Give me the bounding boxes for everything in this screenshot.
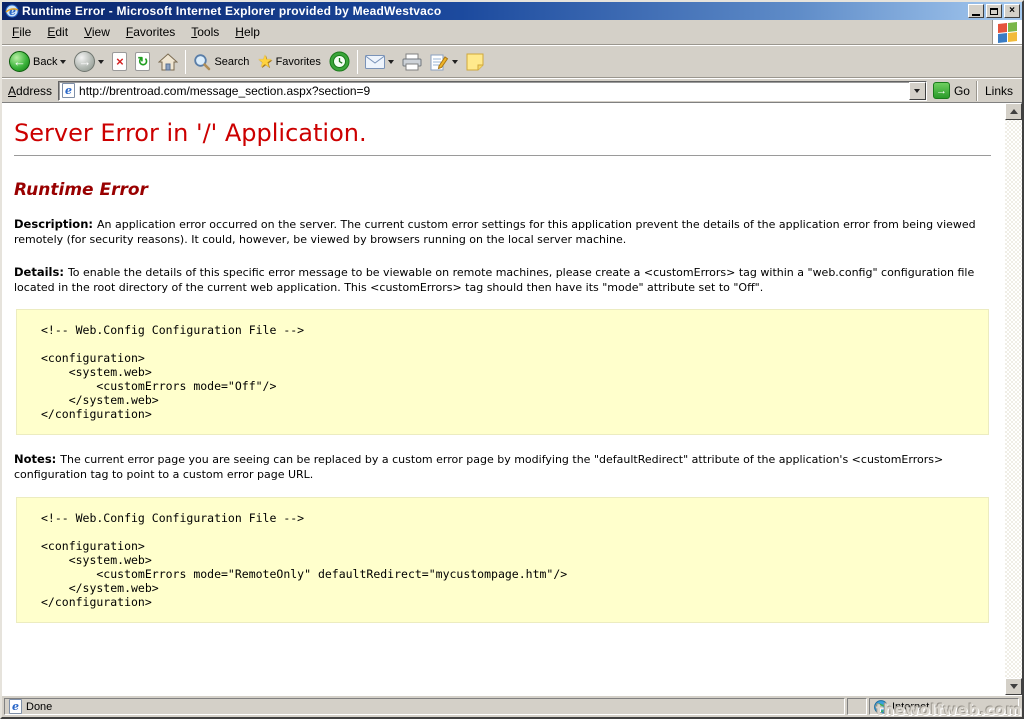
notes-button[interactable] (462, 51, 488, 73)
browser-viewport: Server Error in '/' Application. Runtime… (2, 102, 1022, 695)
restore-icon (990, 8, 998, 15)
address-input[interactable]: http://brentroad.com/message_section.asp… (58, 81, 927, 101)
notes-paragraph: Notes:The current error page you are see… (14, 452, 991, 483)
favorites-star-icon: ★ (257, 53, 272, 70)
ie-app-icon: e (5, 4, 19, 18)
history-button[interactable] (325, 49, 354, 74)
menu-edit[interactable]: Edit (39, 23, 76, 41)
home-icon (158, 53, 178, 71)
menu-tools[interactable]: Tools (183, 23, 227, 41)
back-dropdown-icon[interactable] (60, 60, 66, 64)
print-icon (402, 53, 422, 71)
mail-icon (365, 55, 385, 69)
window-title: Runtime Error - Microsoft Internet Explo… (22, 4, 966, 18)
page-title: Server Error in '/' Application. (14, 119, 991, 147)
arrow-up-icon (1010, 109, 1018, 114)
notes-label: Notes: (14, 452, 56, 466)
favorites-button[interactable]: ★ Favorites (253, 51, 325, 72)
refresh-button[interactable]: ↻ (131, 50, 154, 73)
code-block-custom-errors-off: <!-- Web.Config Configuration File --> <… (16, 309, 989, 435)
refresh-icon: ↻ (135, 52, 150, 71)
menu-help[interactable]: Help (227, 23, 268, 41)
status-bar: Done Internet (2, 695, 1022, 717)
search-label: Search (214, 56, 249, 68)
description-label: Description: (14, 217, 93, 231)
svg-text:e: e (9, 5, 16, 18)
watermark: thewolfweb.com (876, 701, 1022, 719)
sticky-note-icon (466, 53, 484, 71)
notes-text: The current error page you are seeing ca… (14, 453, 943, 481)
home-button[interactable] (154, 51, 182, 73)
print-button[interactable] (398, 51, 426, 73)
browser-window: e Runtime Error - Microsoft Internet Exp… (0, 0, 1024, 719)
back-button[interactable]: ← Back (5, 49, 70, 74)
address-label: Address (8, 84, 52, 98)
menu-bar: File Edit View Favorites Tools Help (2, 20, 1022, 45)
close-icon: × (1009, 6, 1015, 16)
links-bar[interactable]: Links (976, 81, 1019, 101)
minimize-icon (972, 14, 980, 16)
back-label: Back (33, 56, 57, 68)
scrollbar-track[interactable] (1005, 120, 1022, 678)
toolbar-separator (185, 50, 186, 74)
menu-view[interactable]: View (76, 23, 118, 41)
search-button[interactable]: Search (189, 51, 253, 73)
scroll-down-button[interactable] (1005, 678, 1022, 695)
back-icon: ← (9, 51, 30, 72)
page-favicon-icon (62, 83, 75, 98)
details-text: To enable the details of this specific e… (14, 266, 974, 294)
address-bar: Address http://brentroad.com/message_sec… (2, 78, 1022, 102)
arrow-down-icon (1010, 684, 1018, 689)
description-text: An application error occurred on the ser… (14, 218, 976, 246)
edit-dropdown-icon[interactable] (452, 60, 458, 64)
address-dropdown-button[interactable] (909, 82, 926, 100)
edit-button[interactable] (426, 51, 462, 73)
status-text: Done (26, 701, 52, 713)
windows-flag-icon (998, 22, 1017, 43)
forward-icon: → (74, 51, 95, 72)
scroll-up-button[interactable] (1005, 103, 1022, 120)
toolbar: ← Back → × ↻ Search ★ Favorites (2, 45, 1022, 78)
code-block-default-redirect: <!-- Web.Config Configuration File --> <… (16, 497, 989, 623)
title-bar[interactable]: e Runtime Error - Microsoft Internet Exp… (2, 2, 1022, 20)
title-divider (14, 155, 991, 156)
search-icon (193, 53, 211, 71)
address-url[interactable]: http://brentroad.com/message_section.asp… (75, 84, 909, 98)
description-paragraph: Description:An application error occurre… (14, 217, 991, 248)
stop-icon: × (112, 52, 127, 71)
history-icon (329, 51, 350, 72)
favorites-label: Favorites (276, 56, 321, 68)
details-label: Details: (14, 265, 64, 279)
go-button[interactable]: → Go (927, 81, 976, 100)
edit-icon (430, 53, 449, 71)
links-label: Links (985, 84, 1013, 98)
progress-panel (847, 698, 867, 715)
go-arrow-icon: → (933, 82, 950, 99)
forward-dropdown-icon[interactable] (98, 60, 104, 64)
chevron-down-icon (914, 89, 920, 93)
menu-file[interactable]: File (4, 23, 39, 41)
details-paragraph: Details:To enable the details of this sp… (14, 265, 991, 296)
stop-button[interactable]: × (108, 50, 131, 73)
status-panel: Done (4, 698, 845, 715)
menu-favorites[interactable]: Favorites (118, 23, 183, 41)
windows-logo-box (992, 20, 1022, 44)
error-subtitle: Runtime Error (14, 180, 991, 200)
mail-button[interactable] (361, 53, 398, 71)
document-status-icon (9, 699, 22, 714)
menu-items: File Edit View Favorites Tools Help (2, 20, 992, 44)
close-button[interactable]: × (1004, 4, 1020, 18)
toolbar-separator (357, 50, 358, 74)
minimize-button[interactable] (968, 4, 984, 18)
restore-button[interactable] (986, 4, 1002, 18)
forward-button[interactable]: → (70, 49, 108, 74)
mail-dropdown-icon[interactable] (388, 60, 394, 64)
error-page: Server Error in '/' Application. Runtime… (2, 103, 1005, 695)
vertical-scrollbar[interactable] (1005, 103, 1022, 695)
go-label: Go (954, 84, 970, 98)
